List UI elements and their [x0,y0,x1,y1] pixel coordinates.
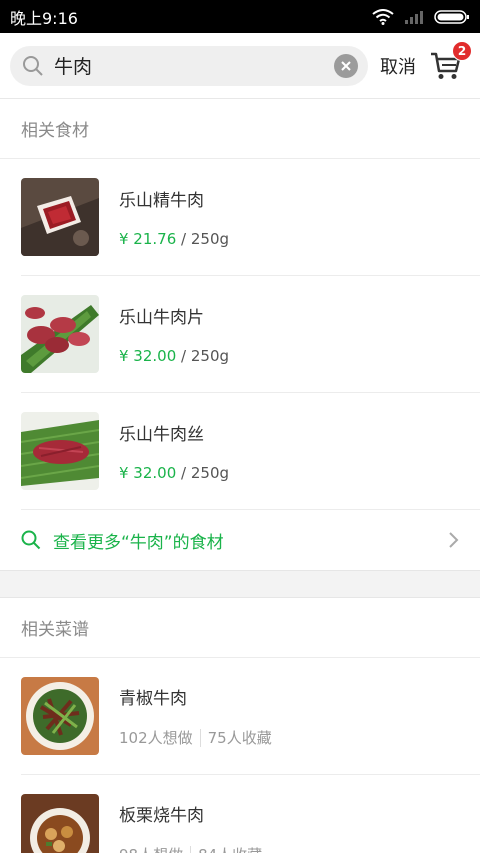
recipe-want-count: 102人想做 [119,729,193,747]
close-icon [341,60,351,71]
status-icons [372,8,470,25]
search-input[interactable] [54,54,334,77]
recipe-thumbnail [21,677,99,755]
cancel-button[interactable]: 取消 [380,53,416,79]
signal-icon [405,10,423,24]
status-bar: 晚上9:16 [0,0,480,33]
search-header: 取消 2 [0,33,480,99]
recipe-item[interactable]: 板栗烧牛肉 98人想做 84人收藏 [21,775,480,853]
recipe-fav-count: 75人收藏 [207,729,272,747]
ingredient-item[interactable]: 乐山精牛肉 ¥ 21.76 / 250g [21,159,480,276]
more-ingredients-link[interactable]: 查看更多“牛肉”的食材 [0,510,480,570]
status-time: 晚上9:16 [10,8,78,28]
ingredient-unit: / 250g [176,230,230,248]
recipes-section-title: 相关菜谱 [0,598,480,658]
recipe-name: 板栗烧牛肉 [119,806,204,826]
chevron-right-icon [449,532,459,548]
clear-search-button[interactable] [334,53,358,78]
ingredient-price: ¥ 32.00 [119,347,177,365]
recipe-item[interactable]: 青椒牛肉 102人想做 75人收藏 [21,658,480,775]
ingredient-price: ¥ 32.00 [119,464,177,482]
ingredient-thumbnail [21,295,99,373]
ingredient-name: 乐山牛肉片 [119,308,204,328]
search-icon [23,55,43,76]
recipe-name: 青椒牛肉 [119,689,187,709]
ingredient-thumbnail [21,178,99,256]
cart-button[interactable]: 2 [430,40,472,83]
ingredient-price: ¥ 21.76 [119,230,177,248]
meta-divider [199,728,201,747]
ingredient-unit: / 250g [176,464,230,482]
cart-badge: 2 [452,40,472,61]
more-ingredients-label: 查看更多“牛肉”的食材 [53,532,224,553]
recipe-want-count: 98人想做 [119,844,183,853]
ingredient-item[interactable]: 乐山牛肉片 ¥ 32.00 / 250g [21,276,480,393]
wifi-icon [372,8,394,25]
search-box[interactable] [10,45,368,86]
ingredient-name: 乐山精牛肉 [119,191,204,211]
recipe-fav-count: 84人收藏 [198,844,262,853]
recipe-thumbnail [21,794,99,853]
meta-divider [190,845,192,853]
ingredient-unit: / 250g [176,347,230,365]
ingredients-section-title: 相关食材 [0,99,480,159]
ingredient-item[interactable]: 乐山牛肉丝 ¥ 32.00 / 250g [21,393,480,510]
ingredient-thumbnail [21,412,99,490]
search-icon [21,530,41,550]
ingredient-name: 乐山牛肉丝 [119,425,204,445]
section-divider [0,570,480,598]
battery-icon [434,9,469,24]
